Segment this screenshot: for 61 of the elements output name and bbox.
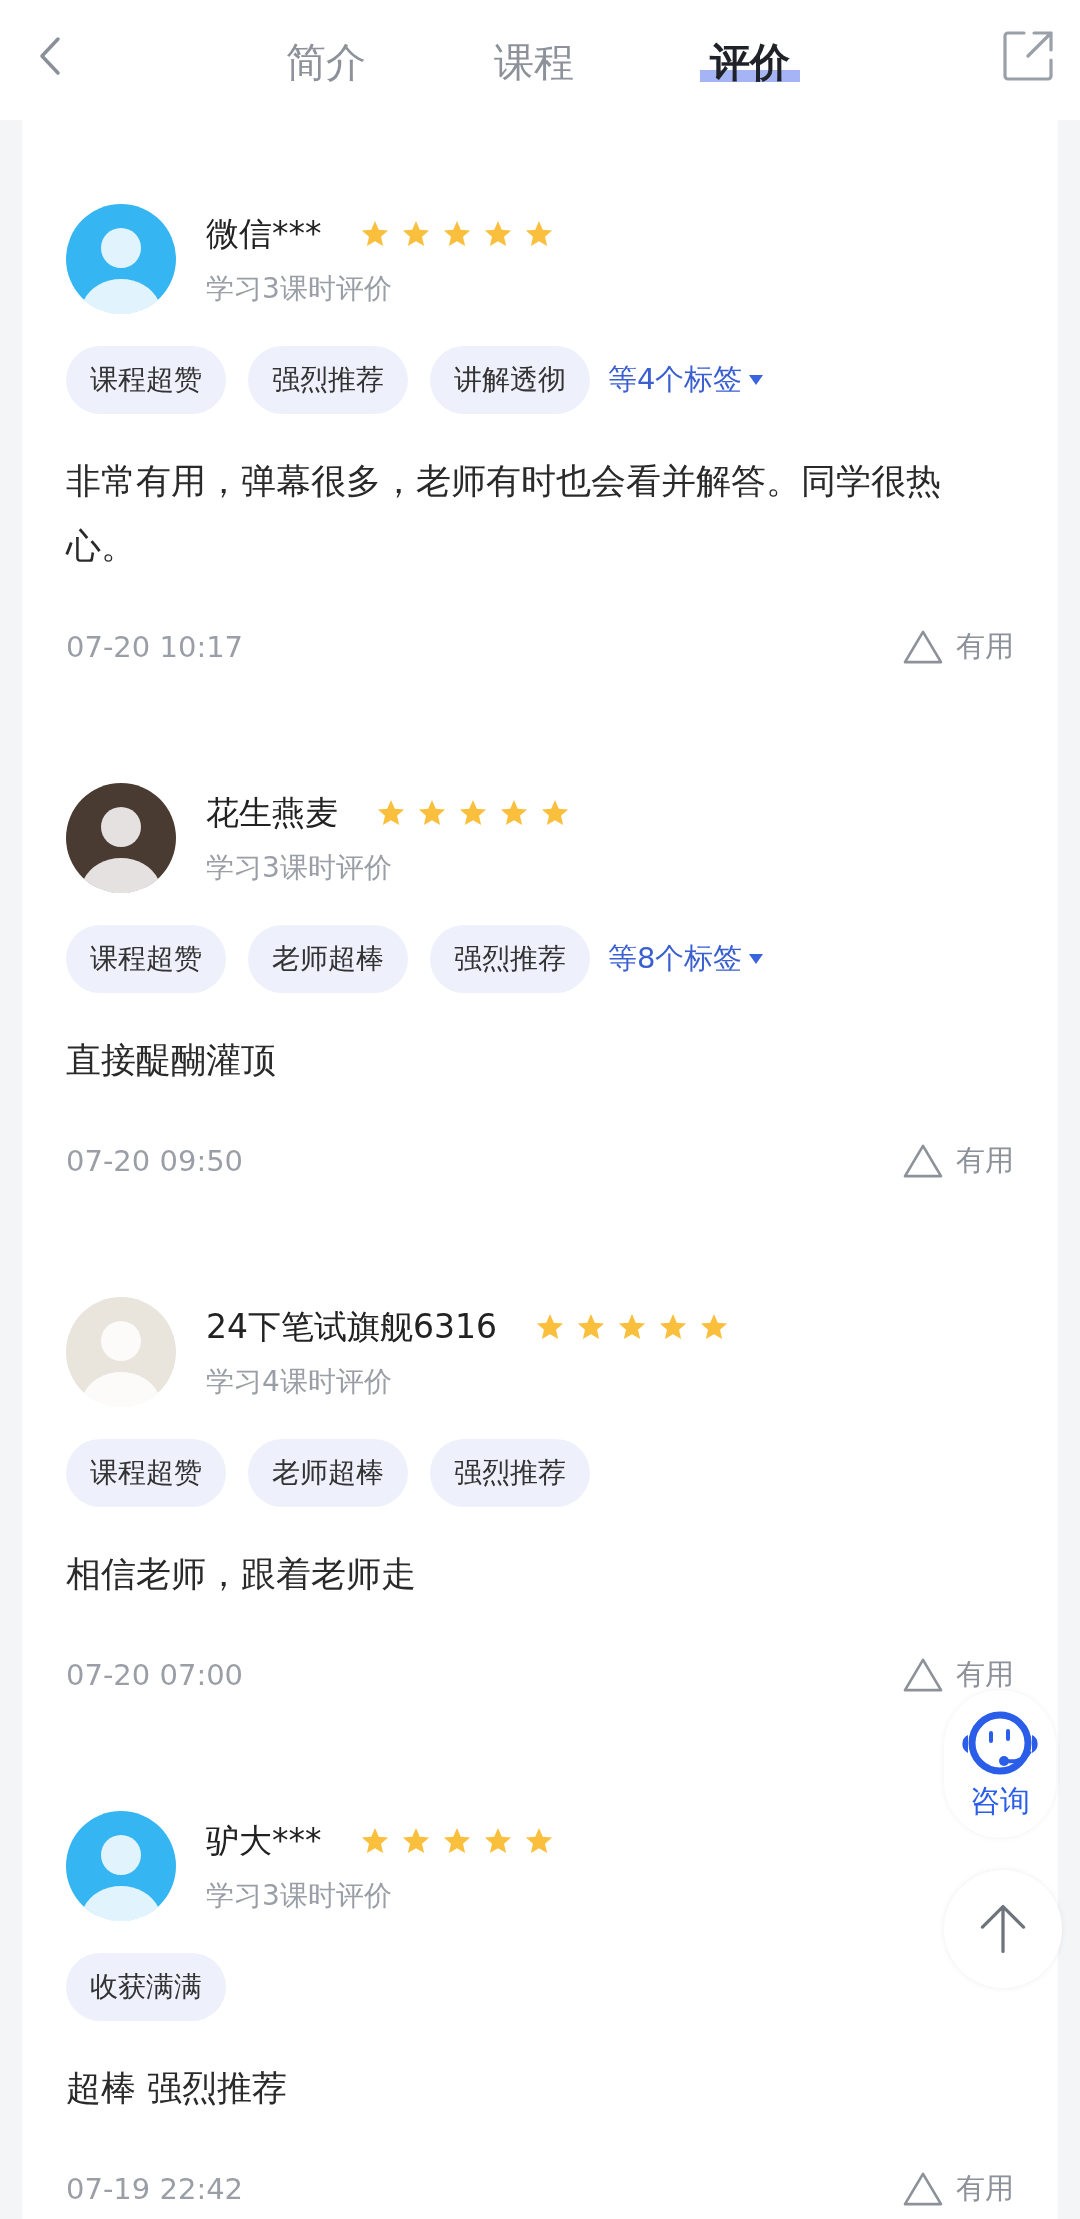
share-icon[interactable] bbox=[1002, 30, 1054, 82]
tag-chip: 课程超赞 bbox=[66, 1439, 226, 1507]
triangle-icon bbox=[902, 629, 944, 665]
star-icon bbox=[458, 798, 488, 828]
more-tags-link[interactable]: 等8个标签 bbox=[608, 939, 765, 979]
star-icon bbox=[617, 1312, 647, 1342]
review-text: 相信老师，跟着老师走 bbox=[66, 1553, 417, 1596]
star-icon bbox=[658, 1312, 688, 1342]
useful-button[interactable]: 有用 bbox=[902, 2169, 1014, 2209]
star-icon bbox=[482, 219, 513, 249]
tag-chip: 老师超棒 bbox=[248, 1439, 408, 1507]
tab[interactable]: 简介 bbox=[286, 30, 426, 90]
tag-chip: 收获满满 bbox=[66, 1953, 226, 2021]
study-note: 学习3课时评价 bbox=[206, 1878, 393, 1914]
user-name: 驴大*** bbox=[206, 1819, 322, 1862]
star-icon bbox=[540, 798, 570, 828]
review-text: 非常有用，弹幕很多，老师有时也会看并解答。同学很热心。 bbox=[66, 460, 942, 568]
useful-button[interactable]: 有用 bbox=[902, 627, 1014, 667]
user-name: 24下笔试旗舰6316 bbox=[206, 1305, 497, 1348]
tag-chip: 老师超棒 bbox=[248, 925, 408, 993]
star-icon bbox=[441, 1826, 472, 1856]
caret-icon bbox=[748, 953, 765, 965]
star-icon bbox=[576, 1312, 606, 1342]
tag-chip: 课程超赞 bbox=[66, 925, 226, 993]
review-date: 07-20 07:00 bbox=[66, 1658, 244, 1692]
star-icon bbox=[499, 798, 529, 828]
star-icon bbox=[376, 798, 406, 828]
star-icon bbox=[441, 219, 472, 249]
triangle-icon bbox=[902, 2171, 944, 2207]
review-date: 07-19 22:42 bbox=[66, 2172, 244, 2206]
study-note: 学习4课时评价 bbox=[206, 1364, 393, 1400]
star-icon bbox=[359, 1826, 390, 1856]
useful-button[interactable]: 有用 bbox=[902, 1141, 1014, 1181]
study-note: 学习3课时评价 bbox=[206, 271, 393, 307]
study-note: 学习3课时评价 bbox=[206, 850, 393, 886]
tag-chip: 强烈推荐 bbox=[430, 1439, 590, 1507]
star-icon bbox=[523, 219, 554, 249]
caret-icon bbox=[748, 374, 765, 386]
star-icon bbox=[535, 1312, 565, 1342]
star-icon bbox=[400, 219, 431, 249]
more-tags-link[interactable]: 等4个标签 bbox=[608, 360, 765, 400]
star-icon bbox=[482, 1826, 513, 1856]
star-icon bbox=[359, 219, 390, 249]
star-icon bbox=[417, 798, 447, 828]
star-icon bbox=[699, 1312, 729, 1342]
user-name: 微信*** bbox=[206, 212, 322, 255]
review-text: 超棒 强烈推荐 bbox=[66, 2067, 289, 2110]
review-date: 07-20 10:17 bbox=[66, 630, 244, 664]
tag-chip: 强烈推荐 bbox=[430, 925, 590, 993]
star-icon bbox=[400, 1826, 431, 1856]
tab[interactable]: 课程 bbox=[426, 30, 642, 90]
review-text: 直接醍醐灌顶 bbox=[66, 1039, 277, 1082]
tag-chip: 讲解透彻 bbox=[430, 346, 590, 414]
tag-chip: 课程超赞 bbox=[66, 346, 226, 414]
user-name: 花生燕麦 bbox=[206, 791, 338, 834]
review-date: 07-20 09:50 bbox=[66, 1144, 244, 1178]
tag-chip: 强烈推荐 bbox=[248, 346, 408, 414]
star-icon bbox=[523, 1826, 554, 1856]
triangle-icon bbox=[902, 1657, 944, 1693]
back-icon[interactable] bbox=[38, 36, 62, 76]
triangle-icon bbox=[902, 1143, 944, 1179]
